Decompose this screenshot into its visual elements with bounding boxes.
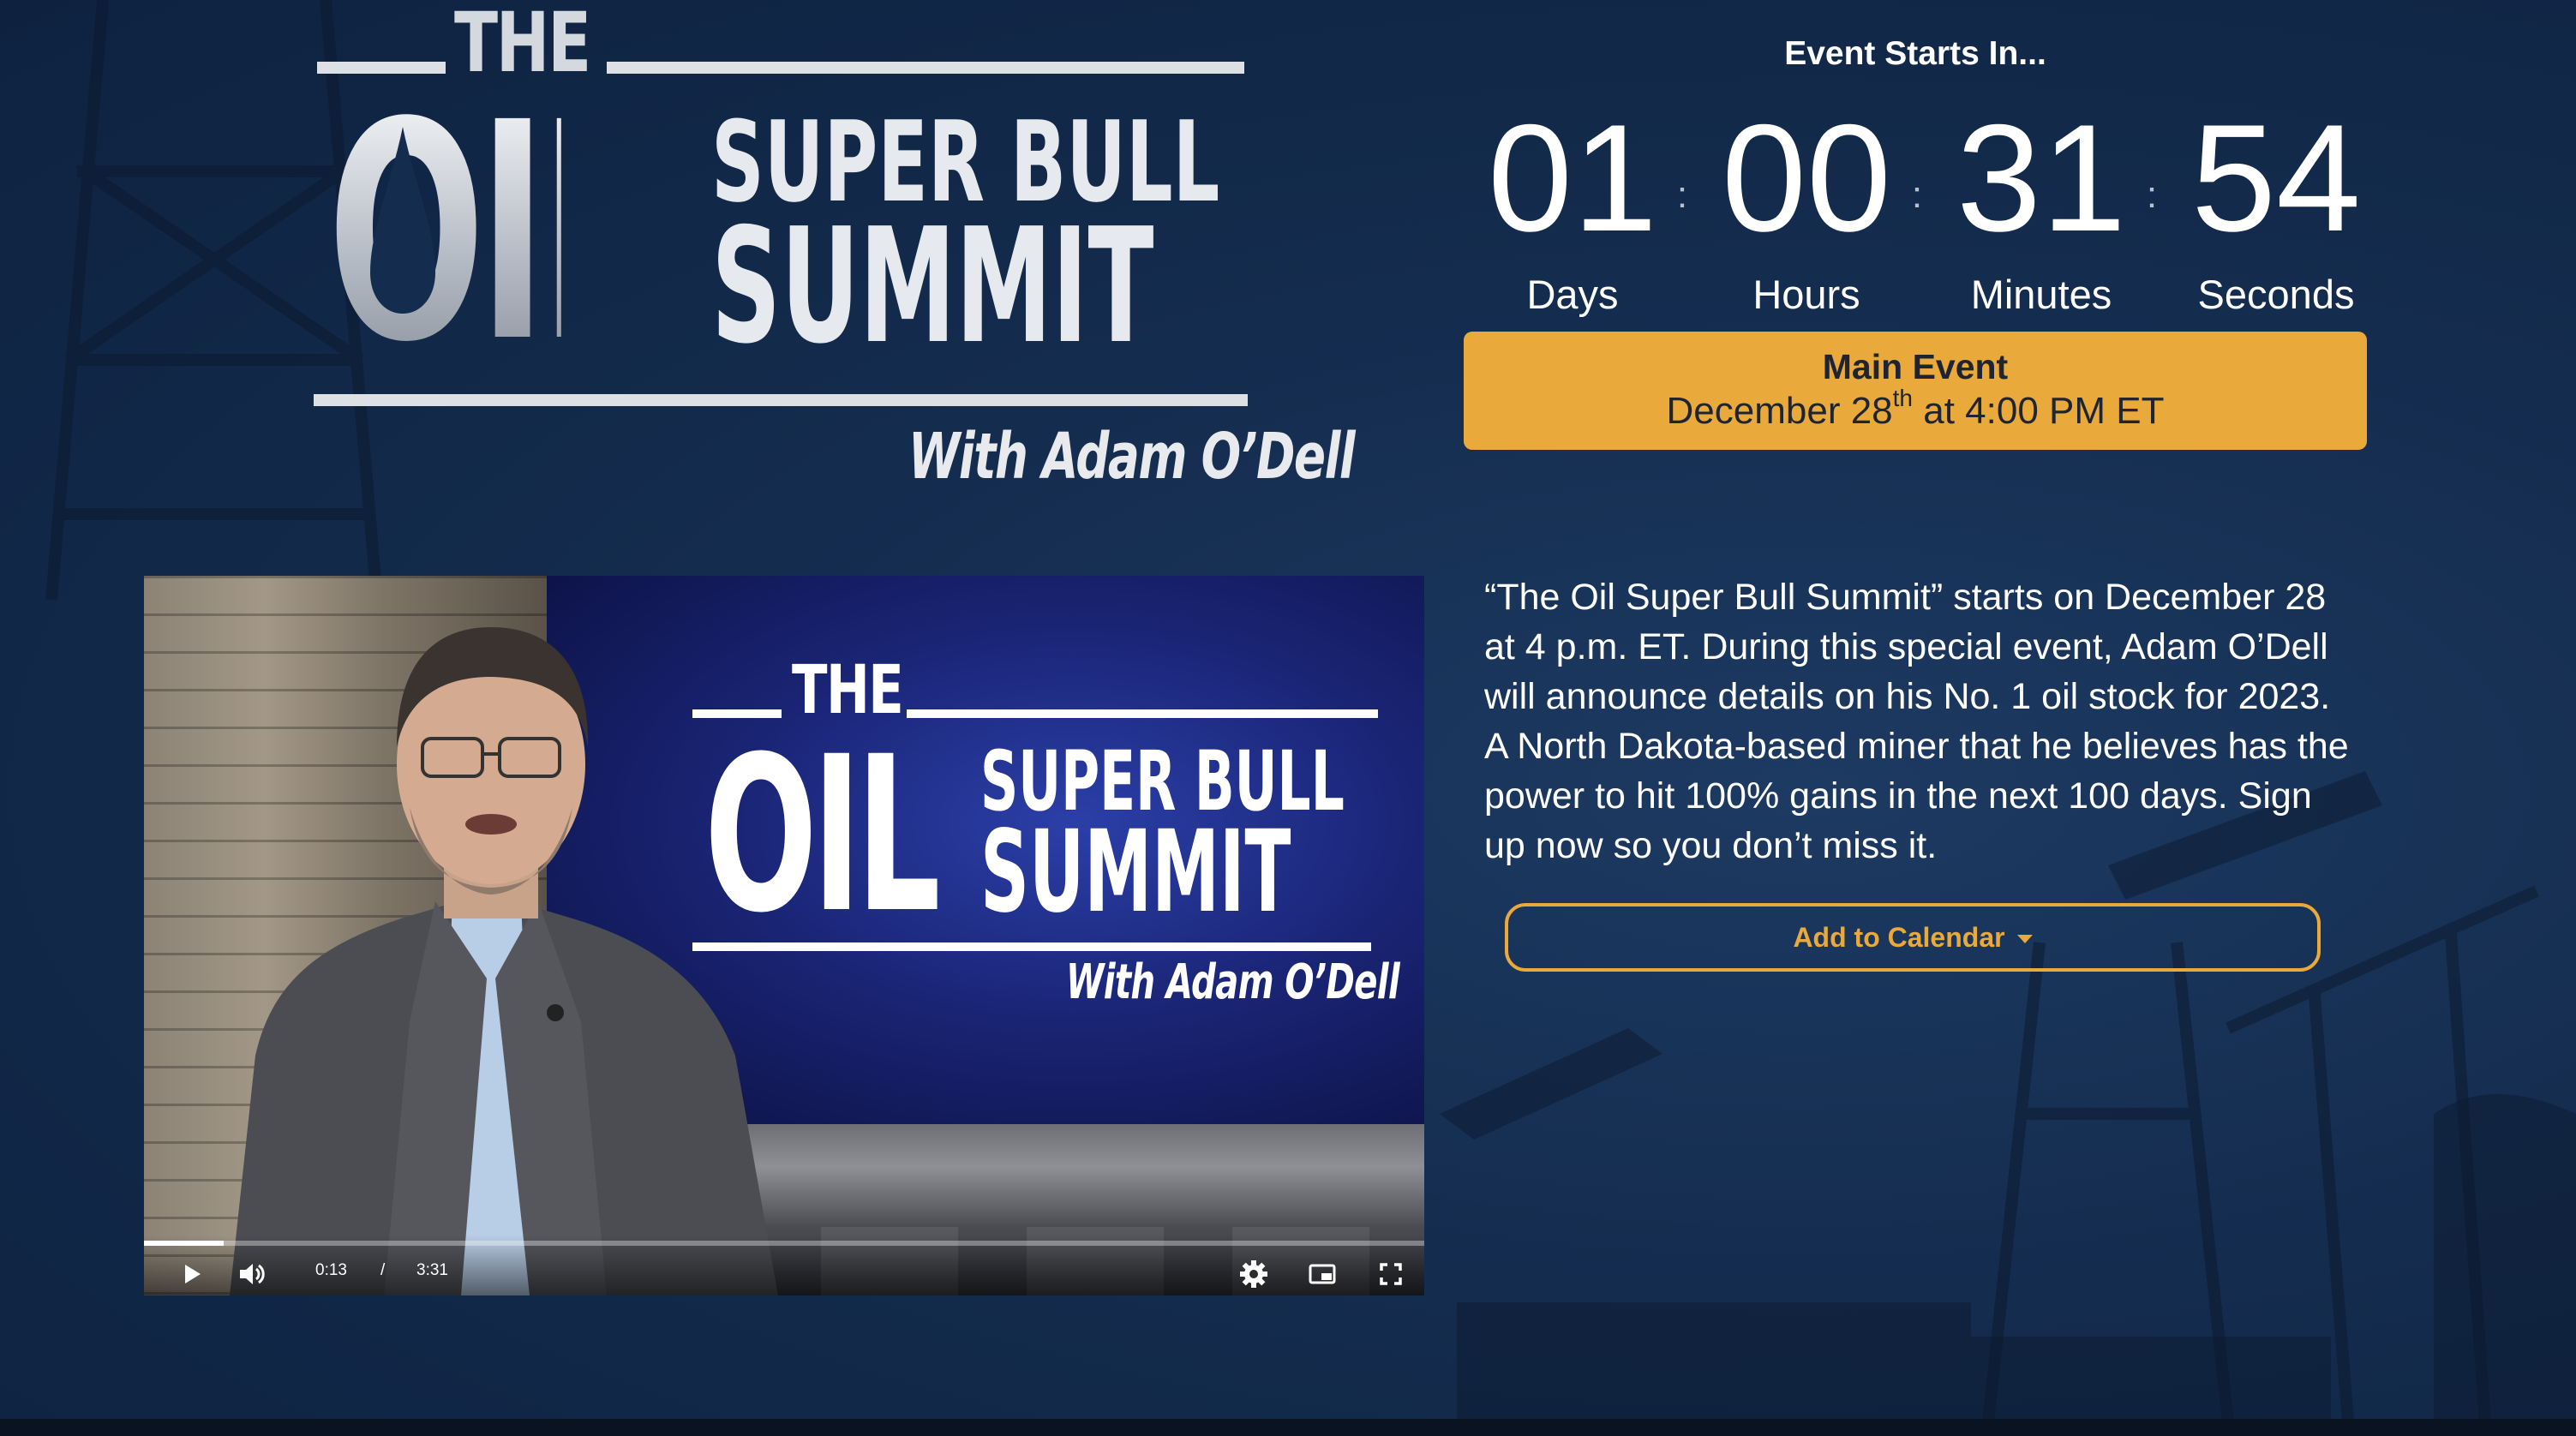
main-event-date-suffix: th xyxy=(1892,385,1914,411)
countdown-minutes: 31 Minutes xyxy=(1943,93,2140,319)
countdown-seconds: 54 Seconds xyxy=(2178,93,2375,319)
main-event-date-time: at 4:00 PM ET xyxy=(1913,390,2165,432)
video-current-time: 0:13 xyxy=(315,1261,347,1279)
event-landing-page: THE OIL SUPER BULL SUMMIT With Adam O’De… xyxy=(0,0,2576,1436)
summit-logo: THE OIL SUPER BULL SUMMIT With Adam O’De… xyxy=(309,0,1356,497)
add-to-calendar-button[interactable]: Add to Calendar xyxy=(1505,903,2321,972)
main-event-date-day: December 28 xyxy=(1666,390,1893,432)
settings-gear-icon[interactable] xyxy=(1232,1253,1275,1295)
countdown-minutes-label: Minutes xyxy=(1970,272,2112,317)
volume-icon[interactable] xyxy=(230,1253,273,1295)
countdown-separator: : xyxy=(2146,174,2158,216)
countdown-separator: : xyxy=(1911,174,1923,216)
countdown-hours: 00 Hours xyxy=(1708,93,1905,319)
video-progress-bar[interactable] xyxy=(144,1241,1424,1246)
countdown-seconds-value: 54 xyxy=(2191,93,2361,263)
video-logo-summit: SUMMIT xyxy=(980,806,1291,938)
countdown-minutes-value: 31 xyxy=(1956,93,2126,263)
video-progress-fill xyxy=(144,1241,224,1246)
countdown-separator: : xyxy=(1676,174,1688,216)
video-duration: 3:31 xyxy=(416,1261,448,1279)
logo-rule-bottom xyxy=(314,394,1248,406)
oil-drop-icon xyxy=(370,127,435,314)
logo-summit: SUMMIT xyxy=(711,194,1154,379)
video-presenter xyxy=(230,627,778,1295)
countdown-hours-value: 00 xyxy=(1722,93,1891,263)
video-logo-rule-top-right xyxy=(907,709,1378,718)
video-logo-byline: With Adam O’Dell xyxy=(1066,954,1400,1010)
countdown-header: Event Starts In... xyxy=(1784,35,2046,72)
video-time-separator: / xyxy=(380,1261,386,1279)
main-event-date: December 28th at 4:00 PM ET xyxy=(1464,385,2367,434)
countdown-days-label: Days xyxy=(1526,272,1619,317)
video-player[interactable]: THE OIL SUPER BULL SUMMIT With Adam O’De… xyxy=(144,576,1424,1295)
add-to-calendar-label: Add to Calendar xyxy=(1793,922,2005,953)
picture-in-picture-icon[interactable] xyxy=(1301,1253,1344,1295)
fullscreen-icon[interactable] xyxy=(1369,1253,1412,1295)
main-event-banner: Main Event December 28th at 4:00 PM ET xyxy=(1464,332,2367,450)
countdown-days-value: 01 xyxy=(1488,93,1657,263)
countdown-hours-label: Hours xyxy=(1752,272,1860,317)
main-event-title: Main Event xyxy=(1822,347,2009,386)
caret-down-icon xyxy=(2016,935,2033,943)
countdown-seconds-label: Seconds xyxy=(2197,272,2355,317)
logo-oil: OIL xyxy=(327,58,658,408)
page-bottom-bar xyxy=(0,1419,2576,1436)
play-icon[interactable] xyxy=(170,1253,213,1295)
logo-rule-top-right xyxy=(607,62,1244,74)
countdown-days: 01 Days xyxy=(1474,93,1671,319)
event-description: “The Oil Super Bull Summit” starts on De… xyxy=(1484,577,2349,866)
logo-byline: With Adam O’Dell xyxy=(908,420,1356,494)
